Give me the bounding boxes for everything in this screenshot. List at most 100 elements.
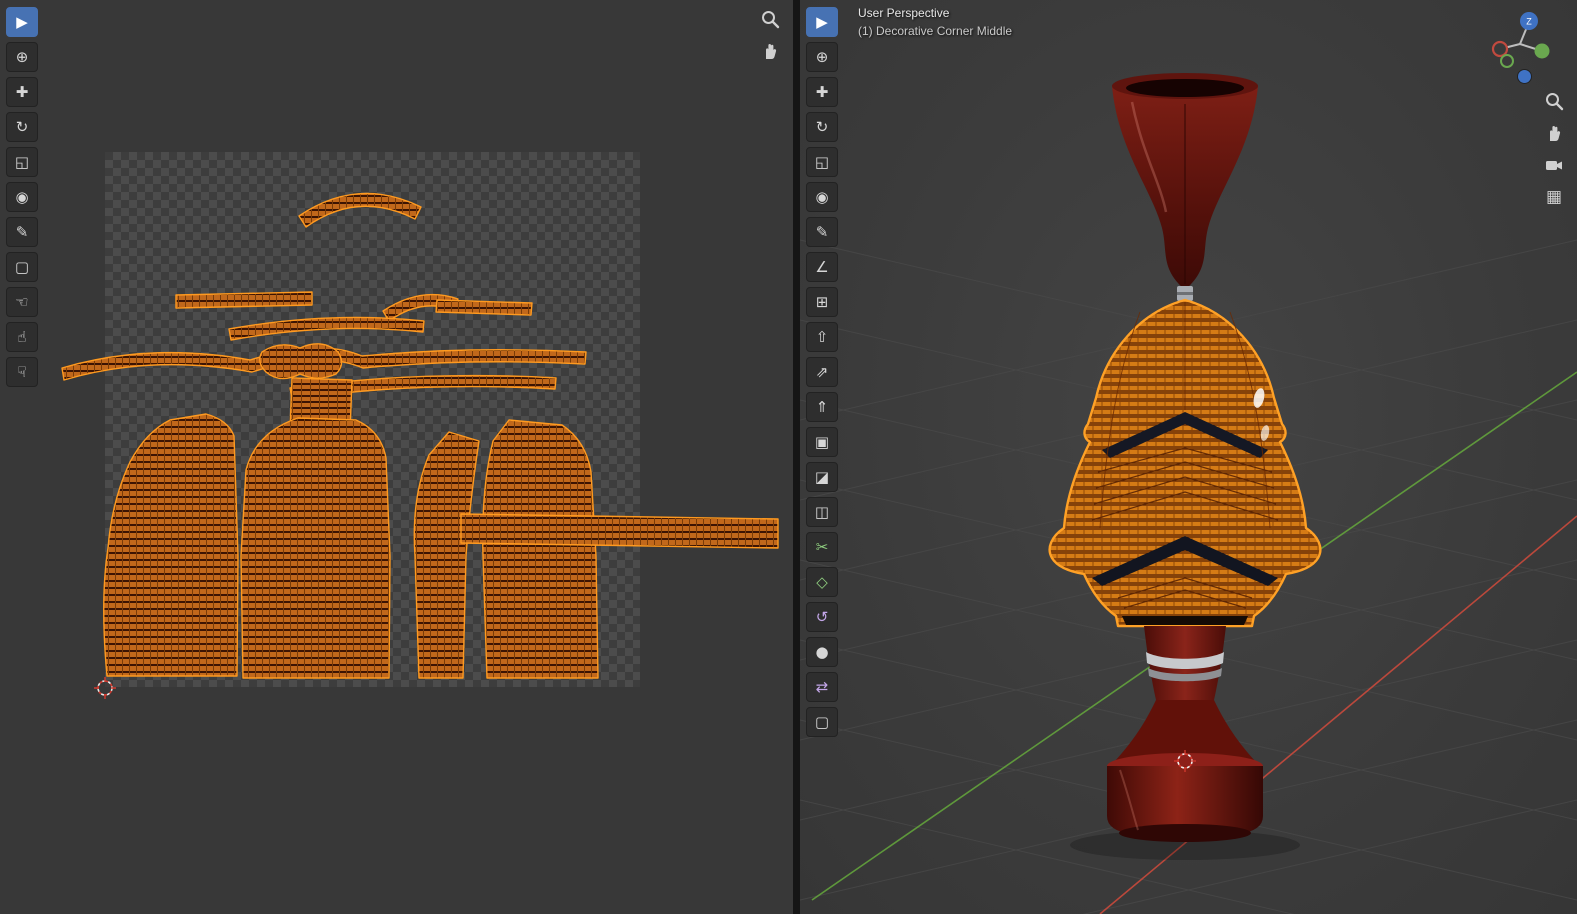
bevel-icon: ◪ (814, 467, 830, 486)
smooth-icon: ● (815, 642, 829, 661)
bevel-tool[interactable]: ◪ (806, 462, 838, 492)
uv-islands (61, 192, 779, 679)
uv-island (240, 417, 391, 679)
camera-view-icon[interactable] (1543, 154, 1565, 176)
view3d-controls: ▦ (1543, 90, 1565, 208)
sculpt-grab-tool[interactable]: ▢ (6, 252, 38, 282)
transform-tool[interactable]: ◉ (6, 182, 38, 212)
edge-slide-tool[interactable]: ⇄ (806, 672, 838, 702)
uv-toolbar: ▶ ⊕ ✚ ↻ ◱ ◉ ✎ ▢ ☜ ☝ ☟ (6, 7, 38, 387)
annotate-tool[interactable]: ✎ (6, 217, 38, 247)
smooth-tool[interactable]: ● (806, 637, 838, 667)
cursor-tool[interactable]: ⊕ (6, 42, 38, 72)
viewport-3d[interactable]: User Perspective (1) Decorative Corner M… (800, 0, 1577, 914)
scene-layer[interactable] (800, 0, 1577, 914)
shrink-fatten-icon: ▢ (814, 712, 830, 731)
tweak-select-tool[interactable]: ▶ (806, 7, 838, 37)
extrude-individual-tool[interactable]: ⇑ (806, 392, 838, 422)
zoom-icon[interactable] (759, 8, 781, 30)
ortho-grid-icon[interactable]: ▦ (1543, 186, 1565, 208)
add-cube-tool[interactable]: ⊞ (806, 287, 838, 317)
hand-icon: ☜ (15, 292, 29, 311)
tweak-select-icon: ▶ (16, 12, 28, 31)
gizmo-z-label: Z (1526, 17, 1532, 27)
cursor-tool[interactable]: ⊕ (806, 42, 838, 72)
move-tool[interactable]: ✚ (6, 77, 38, 107)
rotate-tool[interactable]: ↻ (6, 112, 38, 142)
transform-icon: ◉ (15, 187, 29, 206)
stem-lower (1144, 626, 1226, 700)
poly-build-tool[interactable]: ◇ (806, 567, 838, 597)
transform-tool[interactable]: ◉ (806, 182, 838, 212)
gizmo-y-neg-axis[interactable] (1500, 54, 1514, 68)
inset-faces-icon: ▣ (814, 432, 830, 451)
poly-build-icon: ◇ (816, 572, 828, 591)
loop-cut-icon: ◫ (814, 502, 830, 521)
uv-2d-cursor (94, 677, 116, 699)
knife-tool[interactable]: ✂ (806, 532, 838, 562)
uv-island (103, 413, 239, 677)
finger-icon: ☝ (17, 327, 27, 346)
edge-slide-icon: ⇄ (815, 677, 829, 696)
relax-finger-tool[interactable]: ☝ (6, 322, 38, 352)
gizmo-y-axis[interactable] (1534, 43, 1550, 59)
sculpt-grab-icon: ▢ (14, 257, 30, 276)
uv-island (298, 192, 422, 228)
scale-icon: ◱ (814, 152, 830, 171)
measure-tool[interactable]: ∠ (806, 252, 838, 282)
scale-icon: ◱ (14, 152, 30, 171)
annotate-tool[interactable]: ✎ (806, 217, 838, 247)
bell-middle-selected (1048, 298, 1322, 628)
uv-island (175, 291, 313, 309)
spin-tool[interactable]: ↺ (806, 602, 838, 632)
spin-icon: ↺ (815, 607, 829, 626)
extrude-region-icon: ⇧ (815, 327, 829, 346)
tweak-select-icon: ▶ (816, 12, 828, 31)
uv-editor-viewport[interactable]: ▶ ⊕ ✚ ↻ ◱ ◉ ✎ ▢ ☜ ☝ ☟ (0, 0, 793, 914)
pinch-icon: ☟ (17, 362, 27, 381)
pan-hand-icon[interactable] (759, 40, 781, 62)
add-cube-icon: ⊞ (815, 292, 829, 311)
zoom-icon[interactable] (1543, 90, 1565, 112)
extrude-individual-icon: ⇑ (815, 397, 829, 416)
view3d-toolbar: ▶ ⊕ ✚ ↻ ◱ ◉ ✎ ∠ ⊞ ⇧ ⇗ ⇑ ▣ ◪ ◫ ✂ ◇ ↺ ● ⇄ … (806, 7, 838, 737)
move-icon: ✚ (815, 82, 829, 101)
viewport-header: User Perspective (1) Decorative Corner M… (858, 6, 1012, 38)
rotate-icon: ↻ (815, 117, 829, 136)
scale-tool[interactable]: ◱ (806, 147, 838, 177)
goblet-top (1112, 73, 1258, 301)
orientation-gizmo[interactable]: Z (1487, 8, 1553, 74)
knife-icon: ✂ (815, 537, 829, 556)
shrink-fatten-tool[interactable]: ▢ (806, 707, 838, 737)
uv-island (482, 419, 599, 679)
pan-hand-icon[interactable] (1543, 122, 1565, 144)
pinch-tool[interactable]: ☟ (6, 357, 38, 387)
extrude-normals-tool[interactable]: ⇗ (806, 357, 838, 387)
scale-tool[interactable]: ◱ (6, 147, 38, 177)
move-icon: ✚ (15, 82, 29, 101)
uv-island (413, 431, 480, 679)
uv-island (460, 513, 779, 549)
inset-faces-tool[interactable]: ▣ (806, 427, 838, 457)
gizmo-minus-z-dot[interactable] (1518, 70, 1531, 83)
extrude-normals-icon: ⇗ (815, 362, 829, 381)
decorative-corner-mesh[interactable] (1048, 73, 1322, 842)
annotate-icon: ✎ (815, 222, 829, 241)
tweak-select-tool[interactable]: ▶ (6, 7, 38, 37)
measure-icon: ∠ (815, 257, 829, 276)
active-object-label: (1) Decorative Corner Middle (858, 24, 1013, 38)
rotate-tool[interactable]: ↻ (806, 112, 838, 142)
uv-island (228, 316, 425, 341)
extrude-region-tool[interactable]: ⇧ (806, 322, 838, 352)
uv-island (259, 343, 343, 380)
move-tool[interactable]: ✚ (806, 77, 838, 107)
blender-window: { "uv_editor": { "toolbar": { "tools": [… (0, 0, 1577, 914)
uv-islands-layer[interactable] (0, 0, 793, 914)
uv-view-controls (759, 8, 781, 62)
loop-cut-tool[interactable]: ◫ (806, 497, 838, 527)
gizmo-x-axis[interactable] (1491, 40, 1509, 58)
uv-island (435, 299, 533, 316)
pan-hand-tool[interactable]: ☜ (6, 287, 38, 317)
transform-icon: ◉ (815, 187, 829, 206)
editor-divider[interactable] (793, 0, 800, 914)
